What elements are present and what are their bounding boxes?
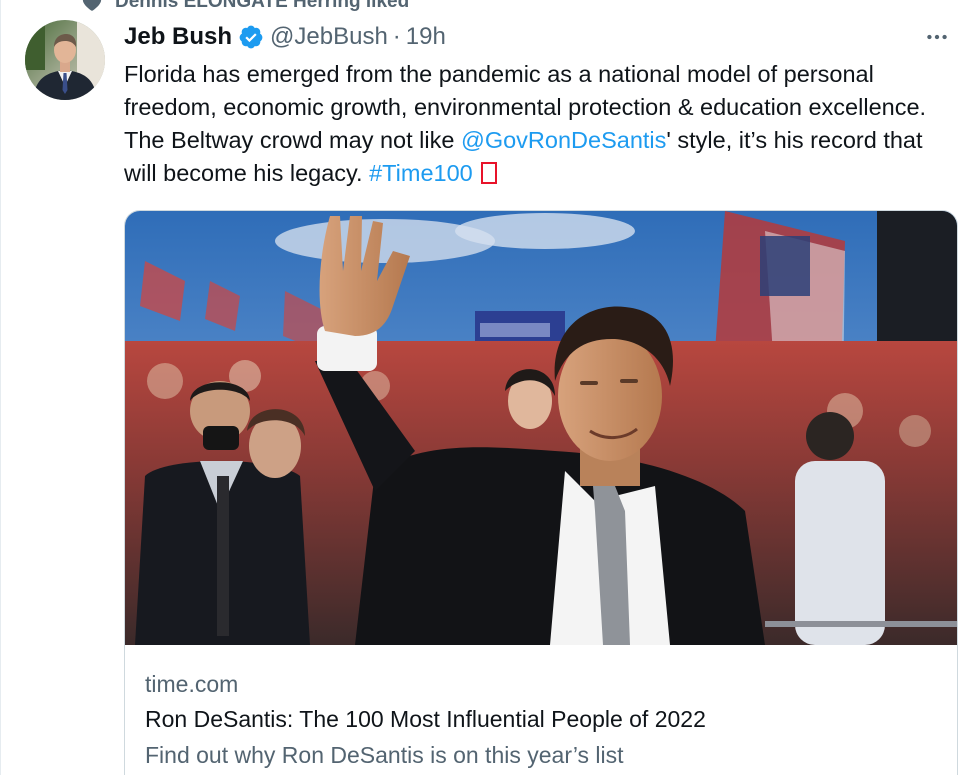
avatar[interactable] (25, 20, 105, 100)
card-image[interactable] (125, 211, 957, 645)
unrendered-glyph-box (480, 162, 497, 184)
author-handle[interactable]: @JebBush (270, 22, 388, 52)
tweet-article[interactable]: Dennis ELONGATE Herring liked Jeb Bush @… (0, 0, 980, 775)
author-display-name[interactable]: Jeb Bush (124, 22, 232, 52)
card-title[interactable]: Ron DeSantis: The 100 Most Influential P… (145, 701, 945, 737)
verified-badge-icon (239, 25, 263, 49)
avatar-image (25, 20, 105, 100)
hashtag-link[interactable]: #Time100 (369, 160, 473, 186)
heart-icon (82, 0, 102, 11)
mention-link[interactable]: @GovRonDeSantis (461, 127, 666, 153)
tweet-header: Jeb Bush @JebBush · 19h (124, 22, 446, 52)
card-domain: time.com (145, 671, 239, 697)
social-context-label: Dennis ELONGATE Herring liked (115, 0, 410, 12)
tweet-text: Florida has emerged from the pandemic as… (124, 58, 959, 190)
card-description: Find out why Ron DeSantis is on this yea… (145, 742, 624, 768)
social-context[interactable]: Dennis ELONGATE Herring liked (81, 0, 409, 13)
more-options-button[interactable] (922, 22, 952, 52)
more-horizontal-icon (927, 34, 947, 40)
card-meta: time.com Ron DeSantis: The 100 Most Infl… (145, 667, 945, 773)
tweet-timestamp[interactable]: 19h (406, 22, 446, 52)
header-separator: · (392, 23, 401, 50)
link-card[interactable]: time.com Ron DeSantis: The 100 Most Infl… (124, 210, 958, 775)
